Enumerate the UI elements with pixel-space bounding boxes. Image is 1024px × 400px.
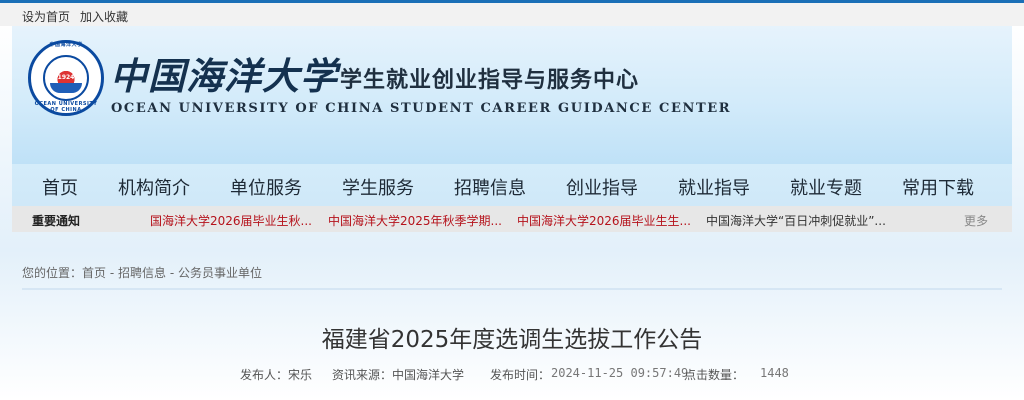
- publish-time-label: 发布时间：: [490, 368, 551, 382]
- publisher-label: 发布人：: [240, 368, 289, 382]
- add-favorite-link[interactable]: 加入收藏: [80, 8, 128, 25]
- breadcrumb-section[interactable]: 招聘信息: [118, 266, 166, 280]
- nav-item-employer-services[interactable]: 单位服务: [230, 174, 302, 200]
- source-label: 资讯来源：: [332, 368, 393, 382]
- breadcrumb-separator: -: [106, 266, 118, 280]
- nav-item-about[interactable]: 机构简介: [118, 174, 190, 200]
- breadcrumb: 您的位置：首页 - 招聘信息 - 公务员事业单位: [22, 264, 262, 281]
- seal-bottom-text: OCEAN UNIVERSITY OF CHINA: [34, 101, 98, 113]
- nav-item-downloads[interactable]: 常用下载: [902, 174, 974, 200]
- notice-item[interactable]: 中国海洋大学2026届毕业生生...: [517, 212, 691, 229]
- english-site-name: OCEAN UNIVERSITY OF CHINA STUDENT CAREER…: [111, 101, 732, 116]
- notice-item[interactable]: 国海洋大学2026届毕业生秋...: [150, 212, 312, 229]
- notice-item[interactable]: 中国海洋大学2025年秋季学期...: [328, 212, 502, 229]
- seal-inner-circle: 1924: [43, 55, 89, 101]
- main-nav: 首页 机构简介 单位服务 学生服务 招聘信息 创业指导 就业指导 就业专题 常用…: [12, 164, 1012, 206]
- notice-more-link[interactable]: 更多: [964, 212, 988, 229]
- nav-item-student-services[interactable]: 学生服务: [342, 174, 414, 200]
- university-seal-logo[interactable]: 中国海洋大学 1924 OCEAN UNIVERSITY OF CHINA: [28, 40, 104, 116]
- notice-label: 重要通知: [32, 214, 81, 228]
- publisher-value: 宋乐: [288, 368, 313, 382]
- seal-wave-icon: [50, 83, 82, 93]
- views-label: 点击数量：: [684, 368, 745, 382]
- seal-year: 1924: [57, 74, 75, 81]
- notice-bar: 重要通知 国海洋大学2026届毕业生秋... 中国海洋大学2025年秋季学期..…: [12, 206, 1012, 232]
- nav-item-recruitment[interactable]: 招聘信息: [454, 174, 526, 200]
- school-name-calligraphy: 中国海洋大学: [110, 54, 338, 98]
- nav-item-career-guidance[interactable]: 就业指导: [678, 174, 750, 200]
- source-value: 中国海洋大学: [392, 368, 465, 382]
- breadcrumb-home[interactable]: 首页: [82, 266, 106, 280]
- breadcrumb-subsection[interactable]: 公务员事业单位: [178, 266, 262, 280]
- content-divider: [22, 288, 1002, 290]
- nav-item-entrepreneurship[interactable]: 创业指导: [566, 174, 638, 200]
- seal-top-text: 中国海洋大学: [49, 42, 83, 48]
- breadcrumb-prefix: 您的位置：: [22, 266, 83, 280]
- nav-item-home[interactable]: 首页: [42, 174, 78, 200]
- center-name: 学生就业创业指导与服务中心: [340, 68, 640, 93]
- publish-time-value: 2024-11-25 09:57:49: [551, 366, 689, 380]
- top-utility-bar: 设为首页 加入收藏: [0, 0, 1024, 26]
- article-title: 福建省2025年度选调生选拔工作公告: [321, 327, 703, 353]
- set-homepage-link[interactable]: 设为首页: [22, 8, 70, 25]
- views-value: 1448: [760, 366, 789, 380]
- breadcrumb-separator: -: [166, 266, 178, 280]
- nav-item-topics[interactable]: 就业专题: [790, 174, 862, 200]
- notice-item[interactable]: 中国海洋大学“百日冲刺促就业”...: [706, 212, 886, 229]
